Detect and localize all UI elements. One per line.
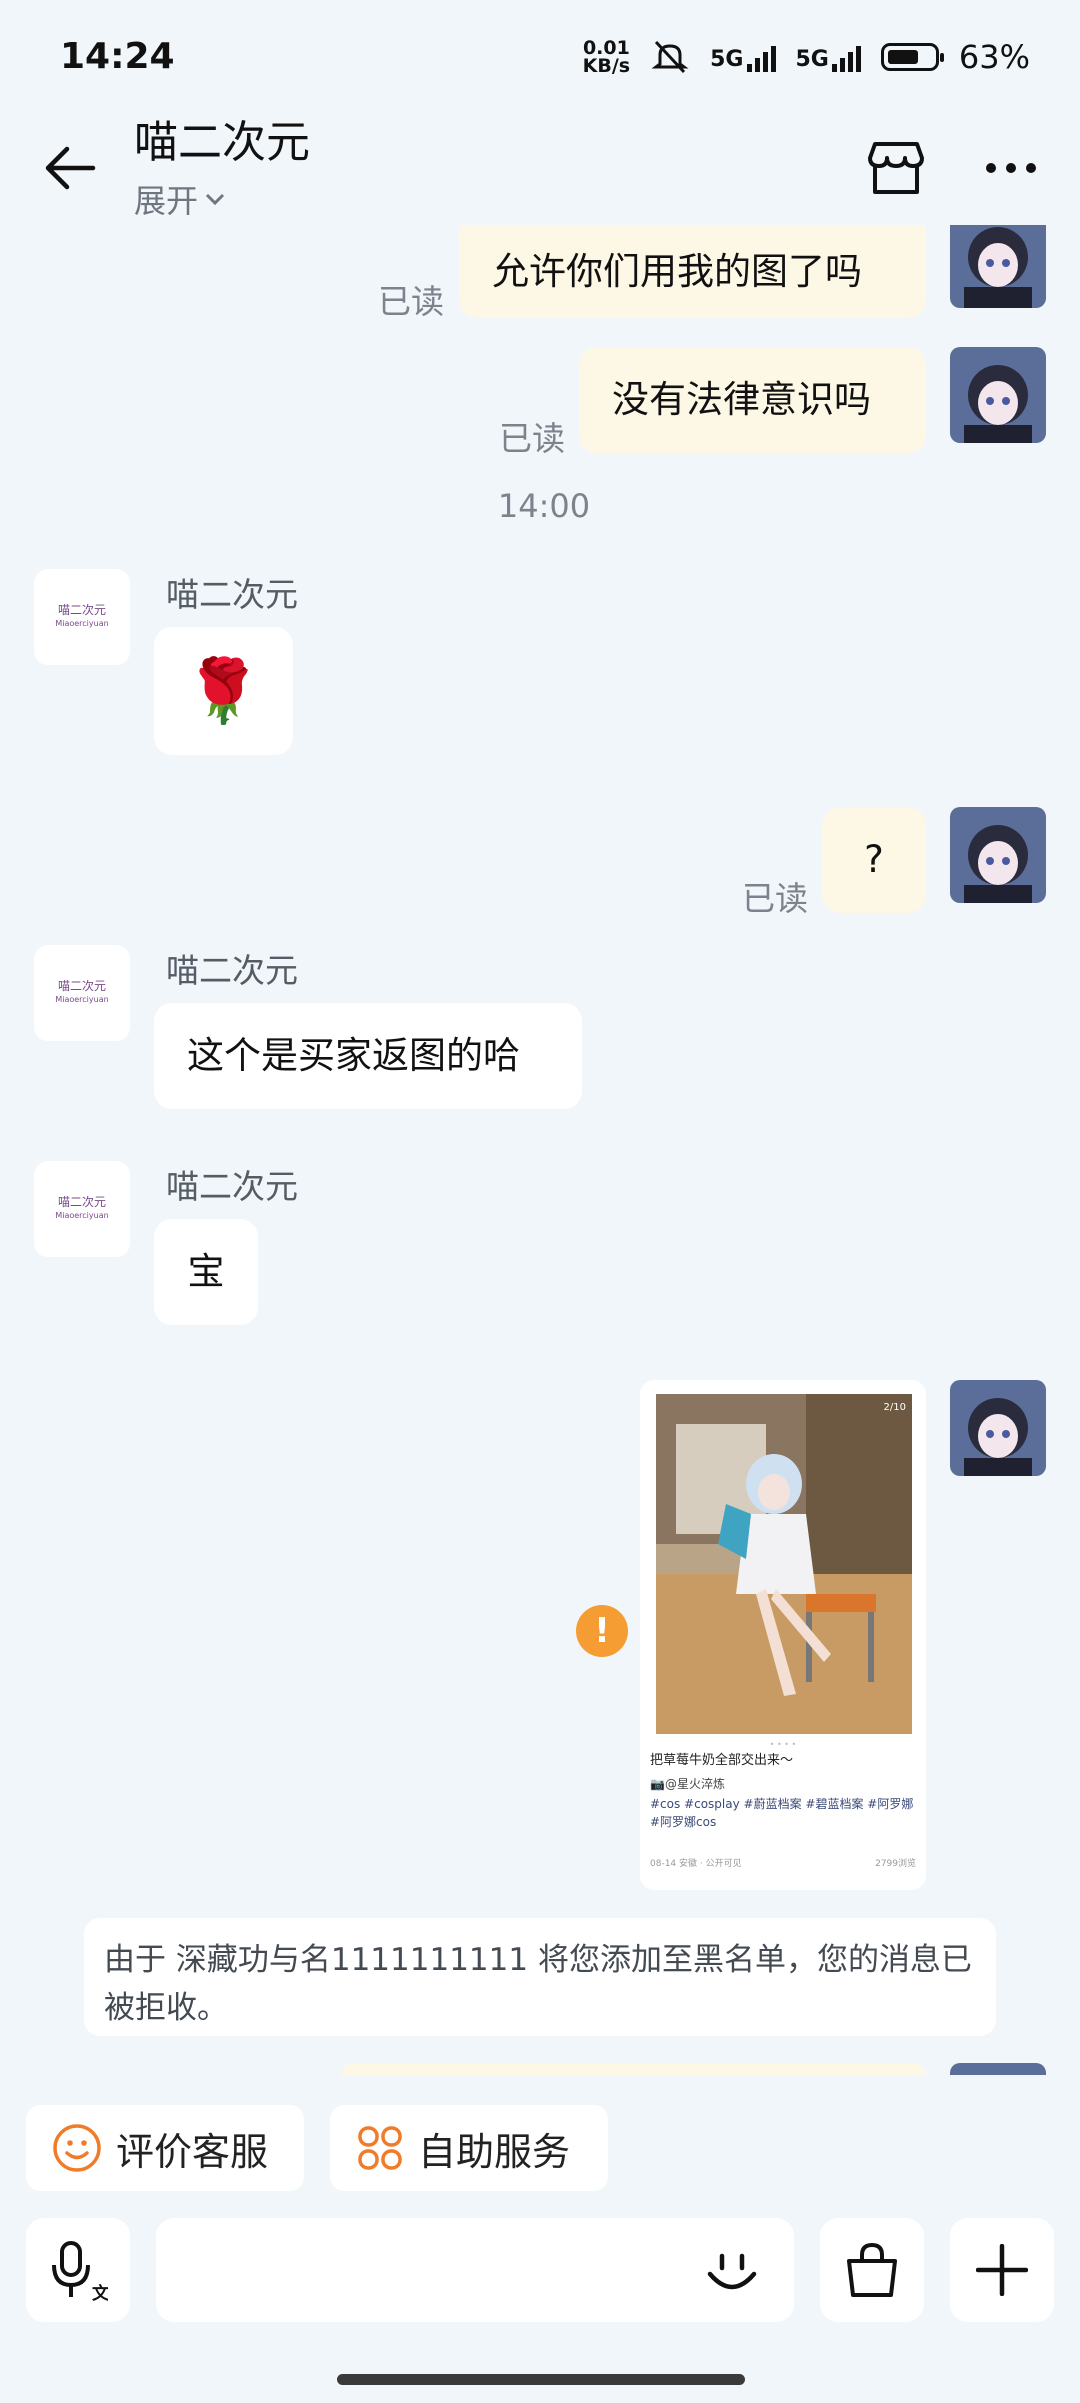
sender-name: 喵二次元 [166,575,298,614]
card-views: 2799浏览 [875,1859,916,1869]
my-avatar-partial [950,2063,1046,2075]
shared-post-card[interactable]: 2/10 • • • • 把草莓牛奶全部交出来～ 📷@星火淬炼 #cos #co… [640,1380,926,1890]
timestamp: 14:00 [497,487,591,525]
battery-percent: 63% [958,38,1030,76]
chevron-down-icon [205,193,225,206]
card-tags: #cos #cosplay #蔚蓝档案 #碧蓝档案 #阿罗娜 #阿罗娜cos [650,1797,914,1829]
blocked-notice: 由于 深藏功与名1111111111 将您添加至黑名单，您的消息已被拒收。 [84,1918,996,2036]
card-title: 把草莓牛奶全部交出来～ [650,1753,794,1768]
chat-title: 喵二次元 [134,117,310,168]
post-image: 2/10 [656,1394,912,1734]
emoji-button[interactable] [700,2238,764,2302]
home-indicator[interactable] [337,2374,745,2385]
my-avatar[interactable] [950,807,1046,903]
back-arrow-icon [45,146,96,190]
my-avatar[interactable] [950,225,1046,308]
product-button[interactable] [820,2218,924,2322]
self-service-button[interactable]: 自助服务 [330,2105,608,2191]
read-status: 已读 [378,282,444,321]
signal-1: 5G [710,42,776,72]
message-input[interactable] [156,2218,794,2322]
read-status: 已读 [742,879,808,918]
card-page-indicator: 2/10 [884,1402,906,1413]
smile-icon [53,2124,101,2172]
svg-text:文: 文 [92,2283,108,2301]
expand-toggle[interactable]: 展开 [134,176,226,222]
more-actions-button[interactable] [950,2218,1054,2322]
card-author: 📷@星火淬炼 [650,1777,725,1791]
emoji-message[interactable]: 🌹 [154,627,293,755]
status-time: 14:24 [60,36,175,77]
emoji-icon [707,2253,757,2290]
shop-avatar[interactable]: 喵二次元 Miaoerciyuan [34,945,130,1041]
store-button[interactable] [860,132,932,204]
store-icon [868,142,924,194]
shop-avatar[interactable]: 喵二次元 Miaoerciyuan [34,569,130,665]
send-failed-icon[interactable]: ! [576,1605,628,1657]
their-message-bubble[interactable]: 这个是买家返图的哈 [154,1003,582,1109]
status-icons: 0.01 KB/s 5G 5G 63% [583,38,1030,76]
more-button[interactable] [975,132,1047,204]
voice-button[interactable]: 文 [26,2218,130,2322]
sender-name: 喵二次元 [166,1167,298,1206]
back-button[interactable] [30,132,110,204]
chat-area[interactable]: 已读 允许你们用我的图了吗 已读 没有法律意识吗 14:00 喵二次元 Miao… [0,225,1080,2075]
shop-avatar[interactable]: 喵二次元 Miaoerciyuan [34,1161,130,1257]
my-avatar[interactable] [950,347,1046,443]
signal-2: 5G [796,42,861,72]
my-message-bubble[interactable]: 允许你们用我的图了吗 [459,225,926,318]
battery-icon [880,43,944,71]
their-message-bubble[interactable]: 宝 [154,1219,258,1325]
voice-to-text-icon: 文 [52,2241,108,2301]
rate-service-button[interactable]: 评价客服 [26,2105,304,2191]
read-status: 已读 [499,419,565,458]
sender-name: 喵二次元 [166,951,298,990]
my-message-bubble-partial [340,2063,926,2075]
my-message-bubble[interactable]: 没有法律意识吗 [579,347,926,453]
grid-flower-icon [358,2126,402,2170]
mute-icon [651,40,689,74]
shopping-bag-icon [847,2242,897,2297]
card-meta: 08-14 安徽 · 公开可见 [650,1859,742,1869]
my-message-bubble[interactable]: ? [822,807,926,913]
my-avatar[interactable] [950,1380,1046,1476]
net-speed: 0.01 KB/s [582,37,631,77]
plus-icon [976,2244,1028,2296]
more-icon [986,163,1036,173]
